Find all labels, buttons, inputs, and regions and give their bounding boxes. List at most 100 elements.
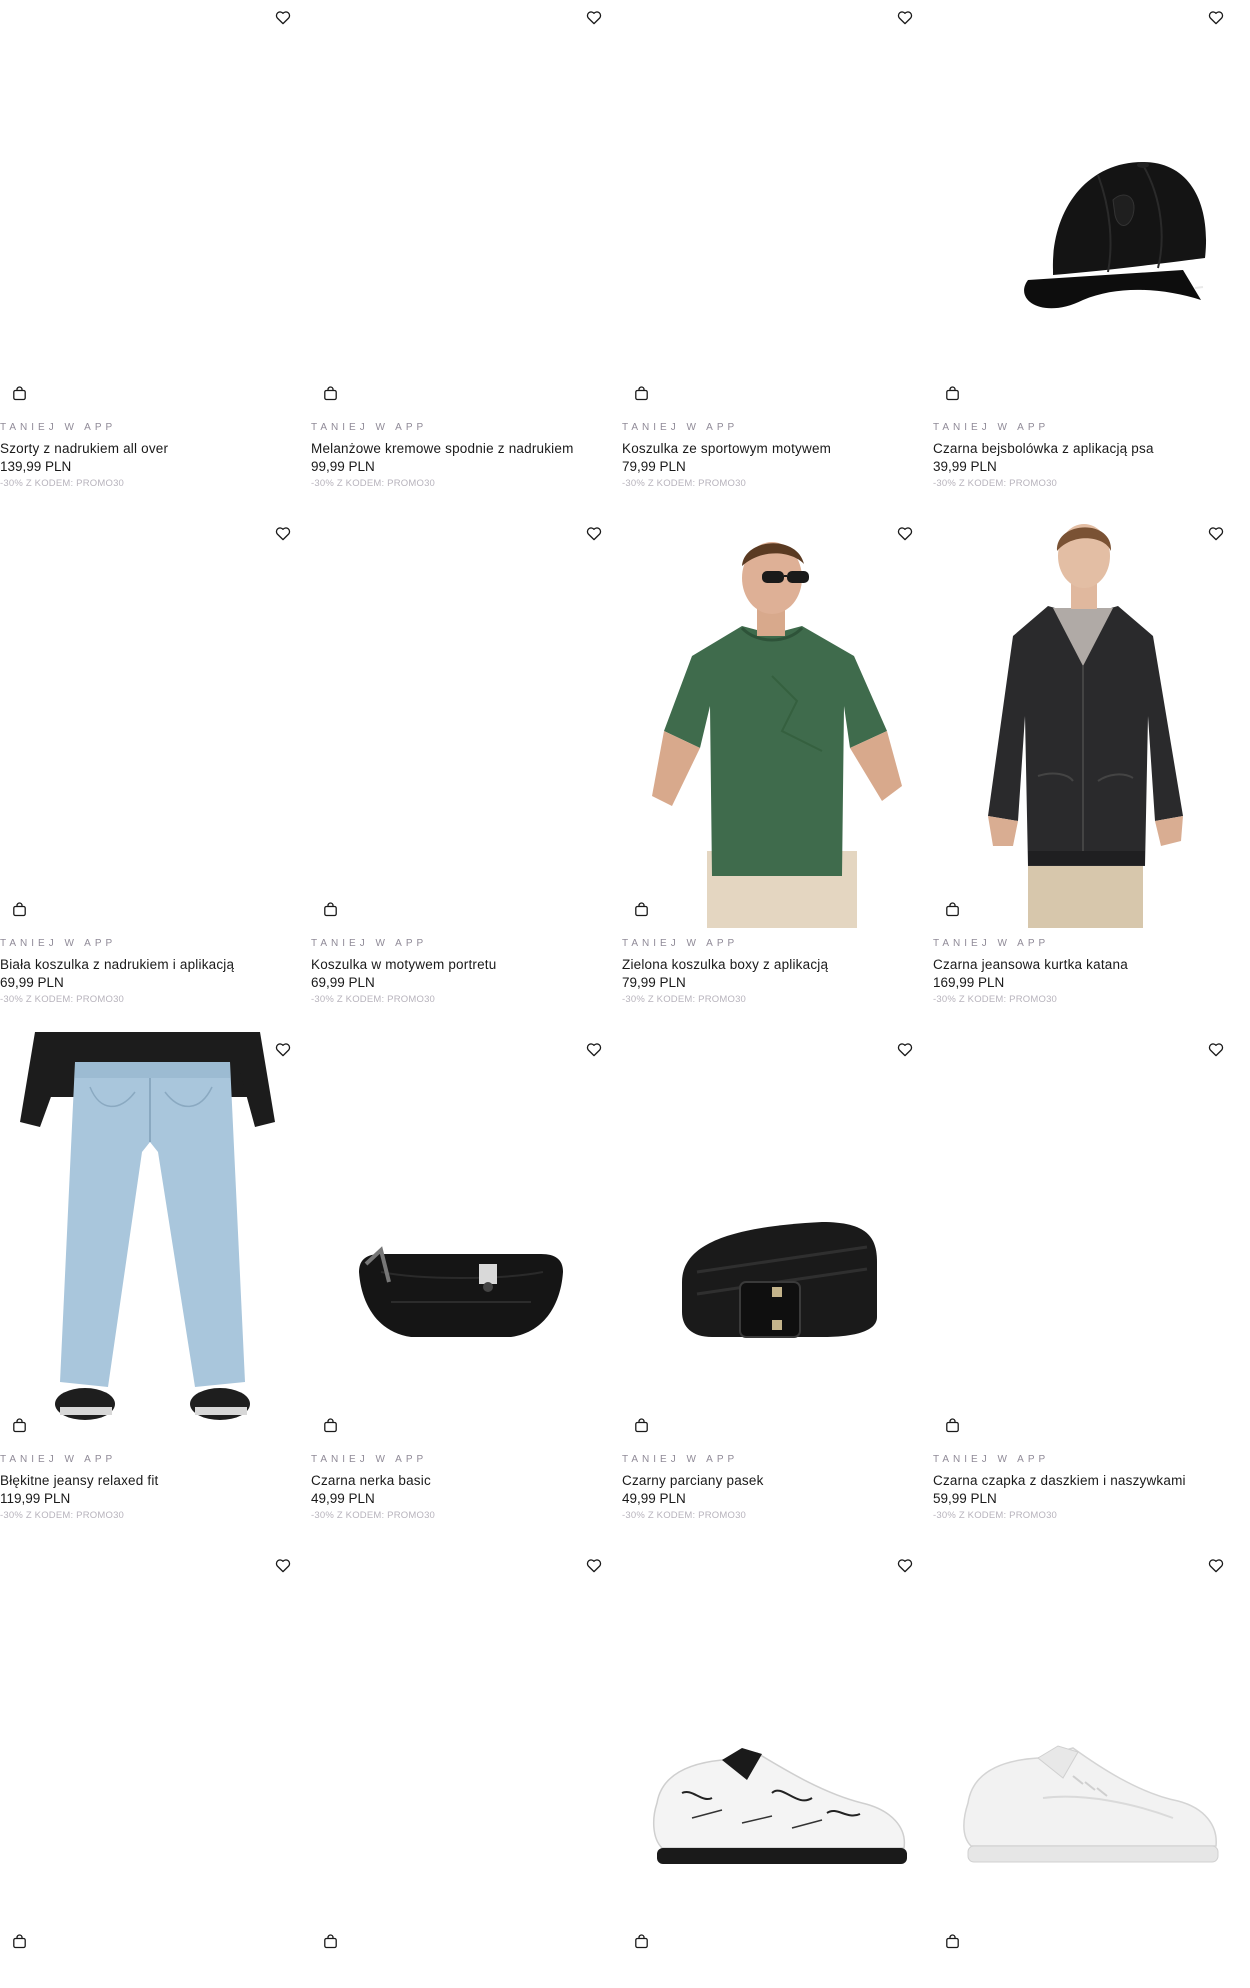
product-card[interactable]: TANIEJ W APP Czarny parciany pasek 49,99… — [622, 1032, 922, 1552]
add-to-bag-button[interactable] — [941, 382, 963, 404]
product-image[interactable] — [933, 0, 1233, 412]
product-image[interactable] — [622, 1548, 922, 1960]
wishlist-button[interactable] — [272, 522, 294, 544]
product-card[interactable]: TANIEJ W APP Czarna nerka basic 49,99 PL… — [311, 1032, 611, 1552]
wishlist-button[interactable] — [894, 6, 916, 28]
product-card[interactable]: TANIEJ W APP Zielona koszulka boxy z apl… — [622, 516, 922, 1036]
product-name[interactable]: Czarna czapka z daszkiem i naszywkami — [933, 1472, 1233, 1490]
add-to-bag-button[interactable] — [8, 382, 30, 404]
product-name[interactable]: Biała koszulka z nadrukiem i aplikacją — [0, 956, 300, 974]
product-card[interactable]: TANIEJ W APP Koszulka ze sportowym motyw… — [622, 0, 922, 520]
add-to-bag-button[interactable] — [8, 1930, 30, 1952]
add-to-bag-button[interactable] — [319, 1930, 341, 1952]
product-image[interactable] — [0, 1032, 300, 1444]
add-to-bag-button[interactable] — [630, 898, 652, 920]
product-price: 119,99 PLN — [0, 1491, 71, 1506]
product-card[interactable]: TANIEJ W APP Czarna bejsbolówka z aplika… — [933, 0, 1233, 520]
product-image[interactable] — [311, 0, 611, 412]
wishlist-button[interactable] — [1205, 1554, 1227, 1576]
product-name[interactable]: Szorty z nadrukiem all over — [0, 440, 300, 458]
promo-code: -30% Z KODEM: PROMO30 — [933, 1510, 1058, 1521]
product-info: TANIEJ W APP Zielona koszulka boxy z apl… — [622, 937, 922, 1009]
wishlist-button[interactable] — [583, 522, 605, 544]
wishlist-button[interactable] — [894, 1554, 916, 1576]
shopping-bag-icon — [323, 385, 338, 401]
product-info: TANIEJ W APP Biała koszulka z nadrukiem … — [0, 937, 300, 1009]
product-image[interactable] — [933, 1032, 1233, 1444]
product-card[interactable]: TANIEJ W APP Melanżowe kremowe spodnie z… — [311, 0, 611, 520]
wishlist-button[interactable] — [894, 1038, 916, 1060]
product-card[interactable]: TANIEJ W APP Szorty z nadrukiem all over… — [0, 0, 300, 520]
product-info: TANIEJ W APP Czarna jeansowa kurtka kata… — [933, 937, 1233, 1009]
product-price: 169,99 PLN — [933, 975, 1005, 990]
product-card[interactable] — [933, 1548, 1233, 1988]
shopping-bag-icon — [634, 385, 649, 401]
product-card[interactable] — [0, 1548, 300, 1988]
product-name[interactable]: Melanżowe kremowe spodnie z nadrukiem — [311, 440, 611, 458]
wishlist-button[interactable] — [583, 6, 605, 28]
product-card[interactable]: TANIEJ W APP Czarna czapka z daszkiem i … — [933, 1032, 1233, 1552]
wishlist-button[interactable] — [272, 1038, 294, 1060]
product-image[interactable] — [622, 0, 922, 412]
promo-code: -30% Z KODEM: PROMO30 — [0, 1510, 125, 1521]
product-card[interactable]: TANIEJ W APP Błękitne jeansy relaxed fit… — [0, 1032, 300, 1552]
product-image[interactable] — [0, 1548, 300, 1960]
add-to-bag-button[interactable] — [319, 1414, 341, 1436]
wishlist-button[interactable] — [583, 1038, 605, 1060]
product-image[interactable] — [933, 516, 1233, 928]
heart-icon — [897, 526, 913, 541]
product-price: 79,99 PLN — [622, 459, 686, 474]
wishlist-button[interactable] — [1205, 6, 1227, 28]
wishlist-button[interactable] — [272, 6, 294, 28]
product-image[interactable] — [311, 516, 611, 928]
app-promo-label: TANIEJ W APP — [311, 1454, 428, 1465]
product-name[interactable]: Koszulka w motywem portretu — [311, 956, 611, 974]
wishlist-button[interactable] — [1205, 522, 1227, 544]
wishlist-button[interactable] — [272, 1554, 294, 1576]
app-promo-label: TANIEJ W APP — [933, 1454, 1050, 1465]
product-image[interactable] — [622, 1032, 922, 1444]
add-to-bag-button[interactable] — [630, 382, 652, 404]
add-to-bag-button[interactable] — [319, 382, 341, 404]
product-name[interactable]: Zielona koszulka boxy z aplikacją — [622, 956, 922, 974]
product-image[interactable] — [622, 516, 922, 928]
add-to-bag-button[interactable] — [941, 1414, 963, 1436]
product-card[interactable]: TANIEJ W APP Czarna jeansowa kurtka kata… — [933, 516, 1233, 1036]
heart-icon — [586, 526, 602, 541]
add-to-bag-button[interactable] — [941, 898, 963, 920]
promo-code: -30% Z KODEM: PROMO30 — [622, 1510, 747, 1521]
promo-code: -30% Z KODEM: PROMO30 — [622, 994, 747, 1005]
add-to-bag-button[interactable] — [630, 1414, 652, 1436]
product-name[interactable]: Czarna bejsbolówka z aplikacją psa — [933, 440, 1233, 458]
promo-code: -30% Z KODEM: PROMO30 — [311, 478, 436, 489]
product-image[interactable] — [311, 1548, 611, 1960]
shopping-bag-icon — [945, 901, 960, 917]
product-image[interactable] — [311, 1032, 611, 1444]
add-to-bag-button[interactable] — [941, 1930, 963, 1952]
wishlist-button[interactable] — [894, 522, 916, 544]
product-card[interactable] — [622, 1548, 922, 1988]
heart-icon — [897, 1042, 913, 1057]
product-name[interactable]: Czarna jeansowa kurtka katana — [933, 956, 1233, 974]
product-card[interactable]: TANIEJ W APP Koszulka w motywem portretu… — [311, 516, 611, 1036]
product-name[interactable]: Koszulka ze sportowym motywem — [622, 440, 922, 458]
shopping-bag-icon — [945, 385, 960, 401]
product-name[interactable]: Błękitne jeansy relaxed fit — [0, 1472, 300, 1490]
add-to-bag-button[interactable] — [8, 1414, 30, 1436]
app-promo-label: TANIEJ W APP — [0, 1454, 117, 1465]
product-image[interactable] — [0, 516, 300, 928]
wishlist-button[interactable] — [583, 1554, 605, 1576]
product-name[interactable]: Czarna nerka basic — [311, 1472, 611, 1490]
product-image[interactable] — [933, 1548, 1233, 1960]
add-to-bag-button[interactable] — [319, 898, 341, 920]
product-price: 49,99 PLN — [311, 1491, 375, 1506]
add-to-bag-button[interactable] — [8, 898, 30, 920]
product-name[interactable]: Czarny parciany pasek — [622, 1472, 922, 1490]
wishlist-button[interactable] — [1205, 1038, 1227, 1060]
product-image[interactable] — [0, 0, 300, 412]
shopping-bag-icon — [634, 1417, 649, 1433]
product-card[interactable] — [311, 1548, 611, 1988]
product-price: 39,99 PLN — [933, 459, 997, 474]
add-to-bag-button[interactable] — [630, 1930, 652, 1952]
product-card[interactable]: TANIEJ W APP Biała koszulka z nadrukiem … — [0, 516, 300, 1036]
